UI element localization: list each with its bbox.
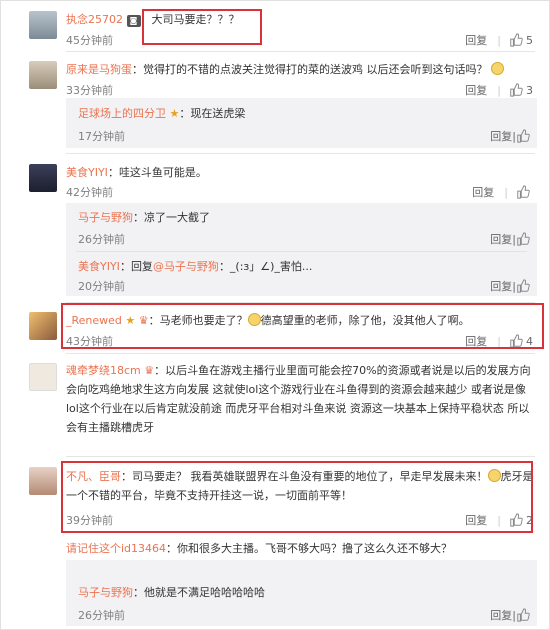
sub-reply-username[interactable]: 马子与野狗 bbox=[78, 211, 133, 224]
sub-reply: 马子与野狗：凉了一大截了 bbox=[78, 211, 210, 224]
star-badge-icon: ★ bbox=[169, 107, 180, 120]
sub-reply-time: 17分钟前 bbox=[78, 130, 125, 143]
mention-link[interactable]: @马子与野狗 bbox=[153, 260, 219, 273]
avatar[interactable] bbox=[29, 61, 57, 89]
like-button[interactable]: 4 bbox=[509, 334, 533, 348]
divider bbox=[66, 531, 535, 532]
comment-username[interactable]: 执念25702 bbox=[66, 13, 123, 26]
comment-username[interactable]: 不凡、臣哥 bbox=[66, 470, 121, 483]
thumbs-up-icon bbox=[517, 185, 530, 199]
reply-button[interactable]: 回复 bbox=[465, 512, 487, 528]
divider bbox=[76, 251, 527, 252]
emoji-icon bbox=[491, 62, 504, 75]
avatar[interactable] bbox=[29, 363, 57, 391]
thumbs-up-icon bbox=[517, 279, 530, 293]
divider bbox=[66, 153, 535, 154]
comment-username[interactable]: _Renewed bbox=[66, 314, 122, 327]
like-button[interactable] bbox=[516, 608, 533, 622]
comment-item: 请记住这个id13464：你和很多大主播。飞哥不够大吗？撸了这么久还不够大？ 马… bbox=[1, 534, 550, 630]
comment-text: 你和很多大主播。飞哥不够大吗？撸了这么久还不够大？ bbox=[177, 542, 453, 555]
comment-time: 39分钟前 bbox=[66, 514, 113, 527]
sub-reply-username[interactable]: 马子与野狗 bbox=[78, 586, 133, 599]
divider bbox=[66, 302, 535, 303]
thumbs-up-icon bbox=[510, 513, 523, 527]
sub-reply-time: 20分钟前 bbox=[78, 280, 125, 293]
comment-item: 不凡、臣哥：司马要走？ 我看英雄联盟界在斗鱼没有重要的地位了，早走早发展未来！虎… bbox=[1, 459, 550, 529]
comment-item: 美食YIYI：哇这斗鱼可能是。 42分钟前 回复 | 马子与野狗：凉了一大截了 … bbox=[1, 156, 550, 301]
divider bbox=[66, 353, 535, 354]
avatar[interactable] bbox=[29, 164, 57, 192]
thumbs-up-icon bbox=[510, 334, 523, 348]
like-button[interactable] bbox=[516, 279, 533, 293]
like-button[interactable] bbox=[516, 185, 533, 199]
like-button[interactable]: 5 bbox=[509, 33, 533, 47]
like-button[interactable] bbox=[516, 232, 533, 246]
comment-username[interactable]: 魂牵梦绕18cm bbox=[66, 364, 141, 377]
like-button[interactable] bbox=[516, 129, 533, 143]
like-button[interactable]: 2 bbox=[509, 513, 533, 527]
thumbs-up-icon bbox=[517, 608, 530, 622]
emoji-icon bbox=[247, 313, 261, 326]
sub-reply-box: 马子与野狗：凉了一大截了 26分钟前 回复 | 美食YIYI：回复@马子与野狗：… bbox=[66, 203, 537, 296]
sub-reply: 美食YIYI：回复@马子与野狗：_(:з」∠)_害怕... bbox=[78, 260, 313, 273]
comment-text: 大司马要走？？？ bbox=[151, 13, 240, 26]
avatar[interactable] bbox=[29, 312, 57, 340]
comment-time: 33分钟前 bbox=[66, 84, 113, 97]
sub-reply-box: 马子与野狗：他就是不满足哈哈哈哈哈 26分钟前 回复 | bbox=[66, 560, 537, 626]
comment-feed: 执念25702 ◙ ：大司马要走？？？ 45分钟前 回复 | 5 原来是马狗蛋：觉… bbox=[0, 0, 550, 630]
comment-time: 45分钟前 bbox=[66, 34, 113, 47]
reply-button[interactable]: 回复 bbox=[465, 32, 487, 48]
reply-button[interactable]: 回复 bbox=[490, 278, 512, 294]
thumbs-up-icon bbox=[517, 129, 530, 143]
comment-text: 司马要走？ 我看英雄联盟界在斗鱼没有重要的地位了，早走早发展未来！ bbox=[132, 470, 488, 483]
reply-button[interactable]: 回复 bbox=[465, 82, 487, 98]
comment-time: 43分钟前 bbox=[66, 335, 113, 348]
avatar[interactable] bbox=[29, 11, 57, 39]
comment-username[interactable]: 请记住这个id13464 bbox=[66, 542, 166, 555]
thumbs-up-icon bbox=[510, 83, 523, 97]
sub-reply-time: 26分钟前 bbox=[78, 609, 125, 622]
reply-button[interactable]: 回复 bbox=[465, 333, 487, 349]
thumbs-up-icon bbox=[510, 33, 523, 47]
avatar[interactable] bbox=[29, 467, 57, 495]
comment-time: 42分钟前 bbox=[66, 186, 113, 199]
comment-text: 哇这斗鱼可能是。 bbox=[118, 166, 207, 179]
sub-reply-box: 足球场上的四分卫 ★：现在送虎梁 17分钟前 回复 | bbox=[66, 98, 537, 148]
comment-item: 魂牵梦绕18cm ♛：以后斗鱼在游戏主播行业里面可能会控70%的资源或者说是以后… bbox=[1, 355, 550, 455]
reply-button[interactable]: 回复 bbox=[472, 184, 494, 200]
comment-item: 执念25702 ◙ ：大司马要走？？？ 45分钟前 回复 | 5 bbox=[1, 1, 550, 49]
sub-reply-username[interactable]: 美食YIYI bbox=[78, 260, 120, 273]
comment-text: 觉得打的不错的点波关注觉得打的菜的送波鸡 以后还会听到这句话吗？ bbox=[143, 63, 488, 76]
divider bbox=[66, 456, 535, 457]
like-button[interactable]: 3 bbox=[509, 83, 533, 97]
comment-username[interactable]: 美食YIYI bbox=[66, 166, 108, 179]
comment-username[interactable]: 原来是马狗蛋 bbox=[66, 63, 132, 76]
vip-badge-icon: ◙ bbox=[126, 15, 141, 27]
vip-crown-icon: ♛ bbox=[138, 314, 149, 327]
comment-item: 原来是马狗蛋：觉得打的不错的点波关注觉得打的菜的送波鸡 以后还会听到这句话吗？ … bbox=[1, 53, 550, 153]
thumbs-up-icon bbox=[517, 232, 530, 246]
reply-button[interactable]: 回复 bbox=[490, 128, 512, 144]
sub-reply-username[interactable]: 足球场上的四分卫 bbox=[78, 107, 166, 120]
comment-text: 马老师也要走了？ bbox=[159, 314, 248, 327]
divider bbox=[66, 51, 535, 52]
comment-item: _Renewed ★ ♛：马老师也要走了？ 德高望重的老师，除了他，没其他人了啊。… bbox=[1, 304, 550, 352]
sub-reply-time: 26分钟前 bbox=[78, 233, 125, 246]
emoji-icon bbox=[487, 469, 501, 482]
vip-crown-icon: ♛ bbox=[144, 364, 155, 377]
sub-reply: 马子与野狗：他就是不满足哈哈哈哈哈 bbox=[78, 586, 265, 599]
reply-button[interactable]: 回复 bbox=[490, 607, 512, 623]
star-badge-icon: ★ bbox=[125, 314, 136, 327]
reply-button[interactable]: 回复 bbox=[490, 231, 512, 247]
sub-reply: 足球场上的四分卫 ★：现在送虎梁 bbox=[78, 107, 246, 120]
